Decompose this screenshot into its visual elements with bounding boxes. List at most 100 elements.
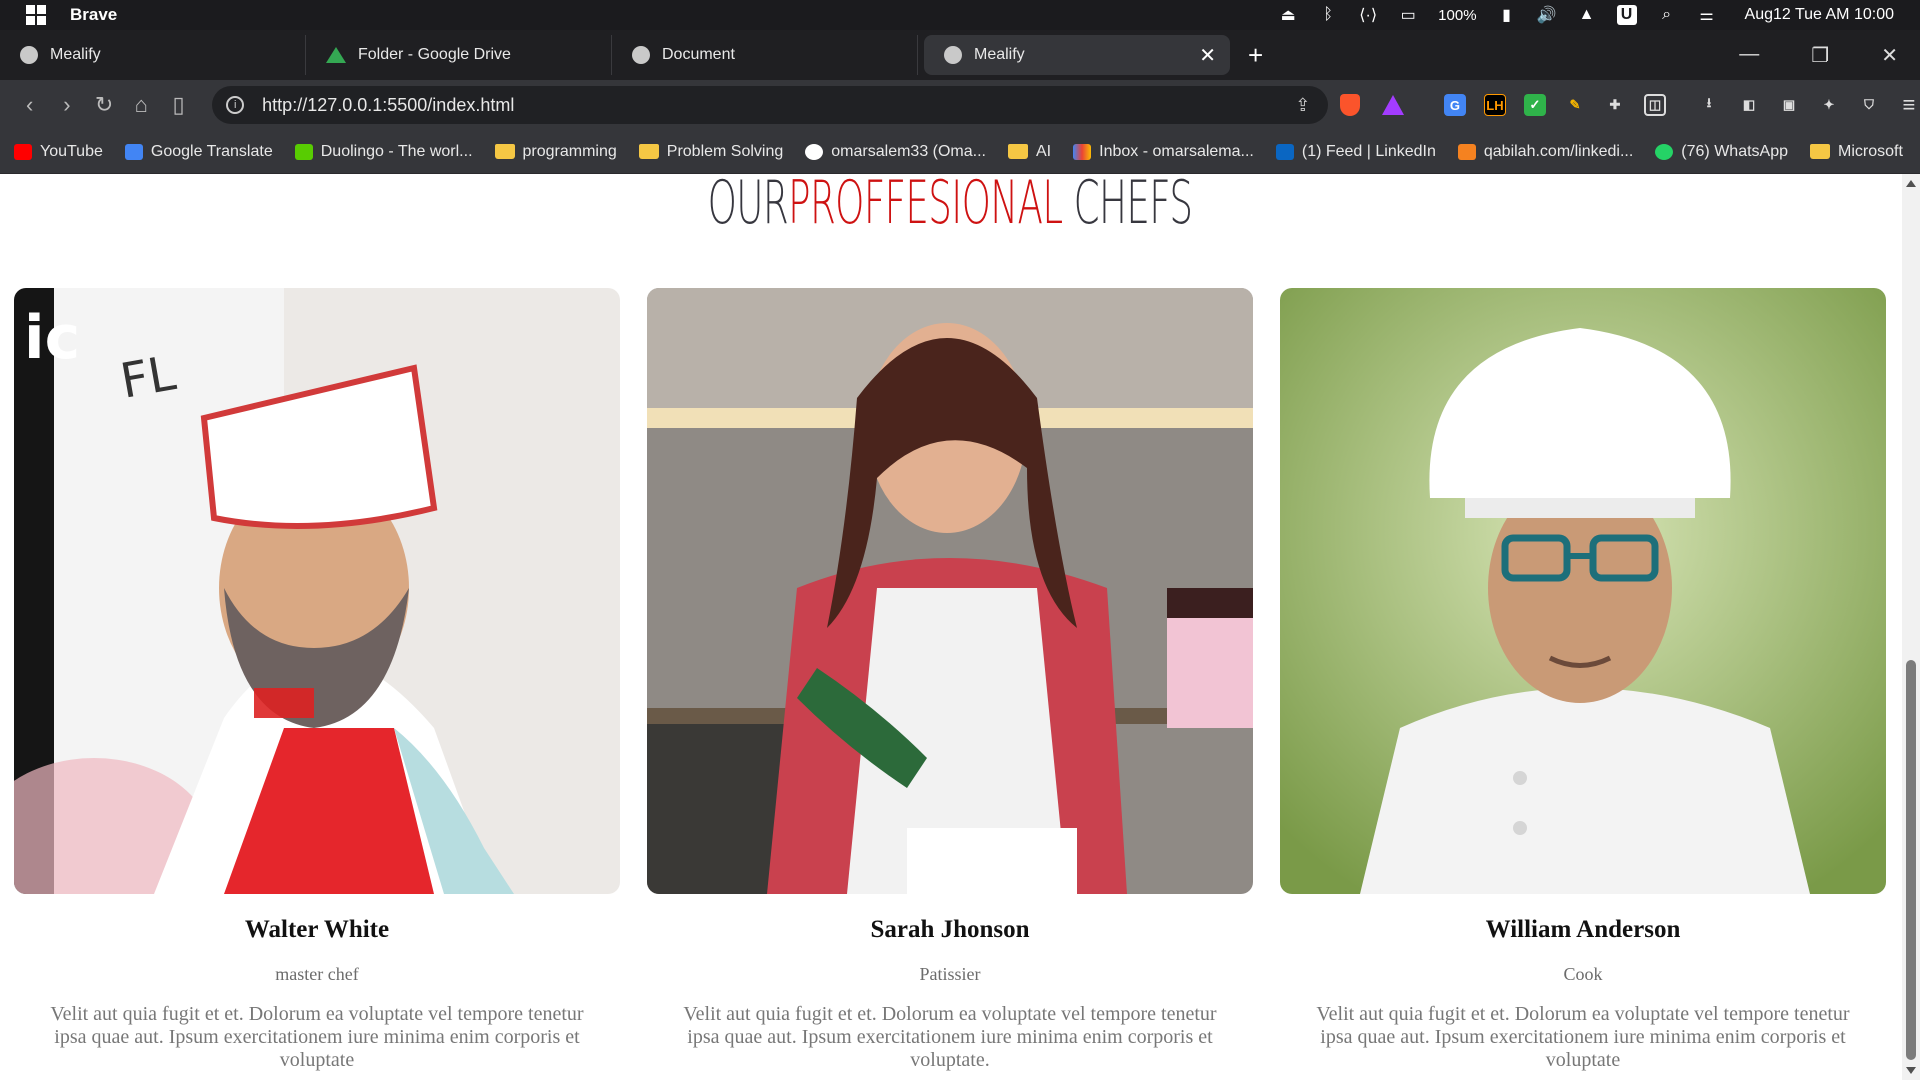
- chef-bio: Velit aut quia fugit et et. Dolorum ea v…: [50, 1003, 584, 1071]
- chef-bio: Velit aut quia fugit et et. Dolorum ea v…: [683, 1003, 1217, 1071]
- reload-icon[interactable]: ↻: [86, 92, 121, 118]
- minimize-icon[interactable]: —: [1739, 43, 1759, 68]
- bookmark-github[interactable]: omarsalem33 (Oma...: [805, 143, 986, 161]
- tab-google-drive[interactable]: Folder - Google Drive: [306, 35, 612, 75]
- scroll-up-icon[interactable]: [1906, 180, 1916, 187]
- tab-mealify-1[interactable]: Mealify: [0, 35, 306, 75]
- volume-icon[interactable]: 🔊: [1537, 5, 1557, 25]
- search-icon[interactable]: ⌕: [1657, 5, 1677, 25]
- battery-percent: 100%: [1438, 6, 1477, 24]
- vertical-scrollbar[interactable]: [1902, 174, 1920, 1080]
- vpn-icon[interactable]: ⛉: [1858, 94, 1880, 116]
- display-icon[interactable]: ▭: [1398, 5, 1418, 25]
- google-drive-icon: [326, 47, 346, 63]
- system-clock: Aug12 Tue AM 10:00: [1744, 6, 1894, 23]
- bookmark-label: Microsoft: [1838, 142, 1903, 160]
- chef-name: William Anderson: [1485, 916, 1681, 943]
- leo-ai-icon[interactable]: ✦: [1818, 94, 1840, 116]
- bookmark-microsoft[interactable]: Microsoft: [1810, 143, 1903, 161]
- bookmark-problem-solving[interactable]: Problem Solving: [638, 142, 784, 161]
- bookmark-label: Google Translate: [150, 142, 273, 160]
- bookmark-label: omarsalem33 (Oma...: [831, 142, 986, 160]
- bookmark-label: Inbox - omarsalema...: [1099, 142, 1254, 160]
- bookmark-youtube[interactable]: YouTube: [14, 143, 103, 161]
- duolingo-icon: [294, 143, 313, 160]
- folder-icon: [1008, 144, 1028, 159]
- chef-card: Sarah Jhonson Patissier Velit aut quia f…: [647, 288, 1253, 1072]
- folder-icon: [1810, 144, 1831, 159]
- color-picker-icon[interactable]: ✎: [1564, 94, 1586, 116]
- heading-our: OUR: [707, 174, 789, 238]
- network-icon[interactable]: ⟨·⟩: [1358, 5, 1378, 25]
- back-icon[interactable]: ‹: [12, 92, 47, 118]
- active-app-name: Brave: [70, 5, 118, 24]
- reader-icon[interactable]: ◫: [1643, 94, 1666, 116]
- tab-title: Document: [662, 46, 735, 63]
- tab-document[interactable]: Document: [612, 35, 918, 75]
- folder-icon: [494, 144, 515, 159]
- bookmark-duolingo[interactable]: Duolingo - The worl...: [294, 143, 473, 161]
- brave-shields-icon[interactable]: [1340, 94, 1360, 116]
- brave-rewards-icon[interactable]: [1381, 95, 1404, 115]
- eject-icon[interactable]: ⏏: [1278, 5, 1298, 25]
- extensions-puzzle-icon[interactable]: ✚: [1604, 94, 1626, 116]
- translate-extension-icon[interactable]: G: [1443, 94, 1466, 116]
- restore-icon[interactable]: ❐: [1811, 43, 1829, 68]
- window-controls: — ❐ ✕: [1739, 43, 1898, 68]
- forward-icon[interactable]: ›: [49, 92, 84, 118]
- youtube-icon: [14, 143, 32, 160]
- chef-bio: Velit aut quia fugit et et. Dolorum ea v…: [1316, 1003, 1850, 1071]
- toggle-icon[interactable]: ⚌: [1697, 5, 1717, 25]
- download-icon[interactable]: ⭳: [1698, 94, 1720, 116]
- bookmark-label: Problem Solving: [666, 142, 784, 160]
- new-tab-button[interactable]: +: [1248, 40, 1263, 71]
- address-bar[interactable]: i http://127.0.0.1:5500/index.html ⇪: [212, 86, 1329, 124]
- chef-name: Sarah Jhonson: [870, 916, 1030, 943]
- bookmark-programming[interactable]: programming: [494, 143, 617, 161]
- globe-icon: [632, 46, 650, 64]
- wallet-icon[interactable]: ▣: [1778, 94, 1800, 116]
- bluetooth-icon[interactable]: ᛒ: [1318, 5, 1338, 25]
- heading-accent: PROFFESIONAL: [788, 174, 1063, 238]
- globe-icon: [20, 46, 38, 64]
- home-icon[interactable]: ⌂: [124, 92, 159, 118]
- chef-role: Patissier: [919, 964, 981, 984]
- bookmark-label: (76) WhatsApp: [1681, 142, 1789, 160]
- tab-mealify-active[interactable]: Mealify ✕: [924, 35, 1230, 75]
- site-info-icon[interactable]: i: [226, 96, 245, 114]
- bookmark-ai[interactable]: AI: [1008, 143, 1051, 161]
- chef-name: Walter White: [244, 916, 390, 943]
- chef-role: Cook: [1563, 964, 1603, 984]
- github-icon: [805, 143, 824, 160]
- tab-title: Mealify: [974, 46, 1025, 63]
- close-tab-icon[interactable]: ✕: [1199, 43, 1216, 68]
- bookmark-gmail[interactable]: Inbox - omarsalema...: [1073, 143, 1254, 161]
- folder-icon: [638, 144, 659, 159]
- menu-icon[interactable]: ≡: [1898, 92, 1920, 117]
- bookmark-qabilah[interactable]: qabilah.com/linkedi...: [1457, 143, 1633, 161]
- section-heading: OURPROFFESIONAL CHEFS: [361, 174, 1539, 238]
- scroll-thumb[interactable]: [1906, 660, 1916, 1060]
- scroll-down-icon[interactable]: [1906, 1067, 1916, 1074]
- u-icon[interactable]: U: [1616, 5, 1637, 25]
- share-icon[interactable]: ⇪: [1295, 95, 1310, 116]
- bookmark-icon[interactable]: ▯: [161, 92, 196, 118]
- windows-start-icon[interactable]: [26, 5, 46, 25]
- lighthouse-extension-icon[interactable]: LH: [1483, 94, 1506, 116]
- bookmark-whatsapp[interactable]: (76) WhatsApp: [1655, 143, 1788, 161]
- bookmark-google-translate[interactable]: Google Translate: [124, 142, 273, 161]
- chef-portrait-walter: ic FL: [14, 288, 620, 894]
- gmail-icon: [1073, 143, 1092, 160]
- wifi-icon[interactable]: ▲: [1577, 5, 1597, 25]
- close-window-icon[interactable]: ✕: [1881, 43, 1898, 68]
- sidebar-icon[interactable]: ◧: [1738, 94, 1760, 116]
- shield-extension-icon[interactable]: ✓: [1523, 94, 1546, 116]
- linkedin-icon: [1275, 143, 1294, 160]
- battery-icon[interactable]: ▮: [1497, 5, 1517, 25]
- google-translate-icon: [124, 143, 143, 160]
- url-text[interactable]: http://127.0.0.1:5500/index.html: [262, 95, 514, 116]
- bookmark-linkedin[interactable]: (1) Feed | LinkedIn: [1275, 143, 1436, 161]
- globe-icon: [944, 46, 962, 64]
- chef-role: master chef: [275, 964, 359, 984]
- chef-photo: [1280, 288, 1886, 894]
